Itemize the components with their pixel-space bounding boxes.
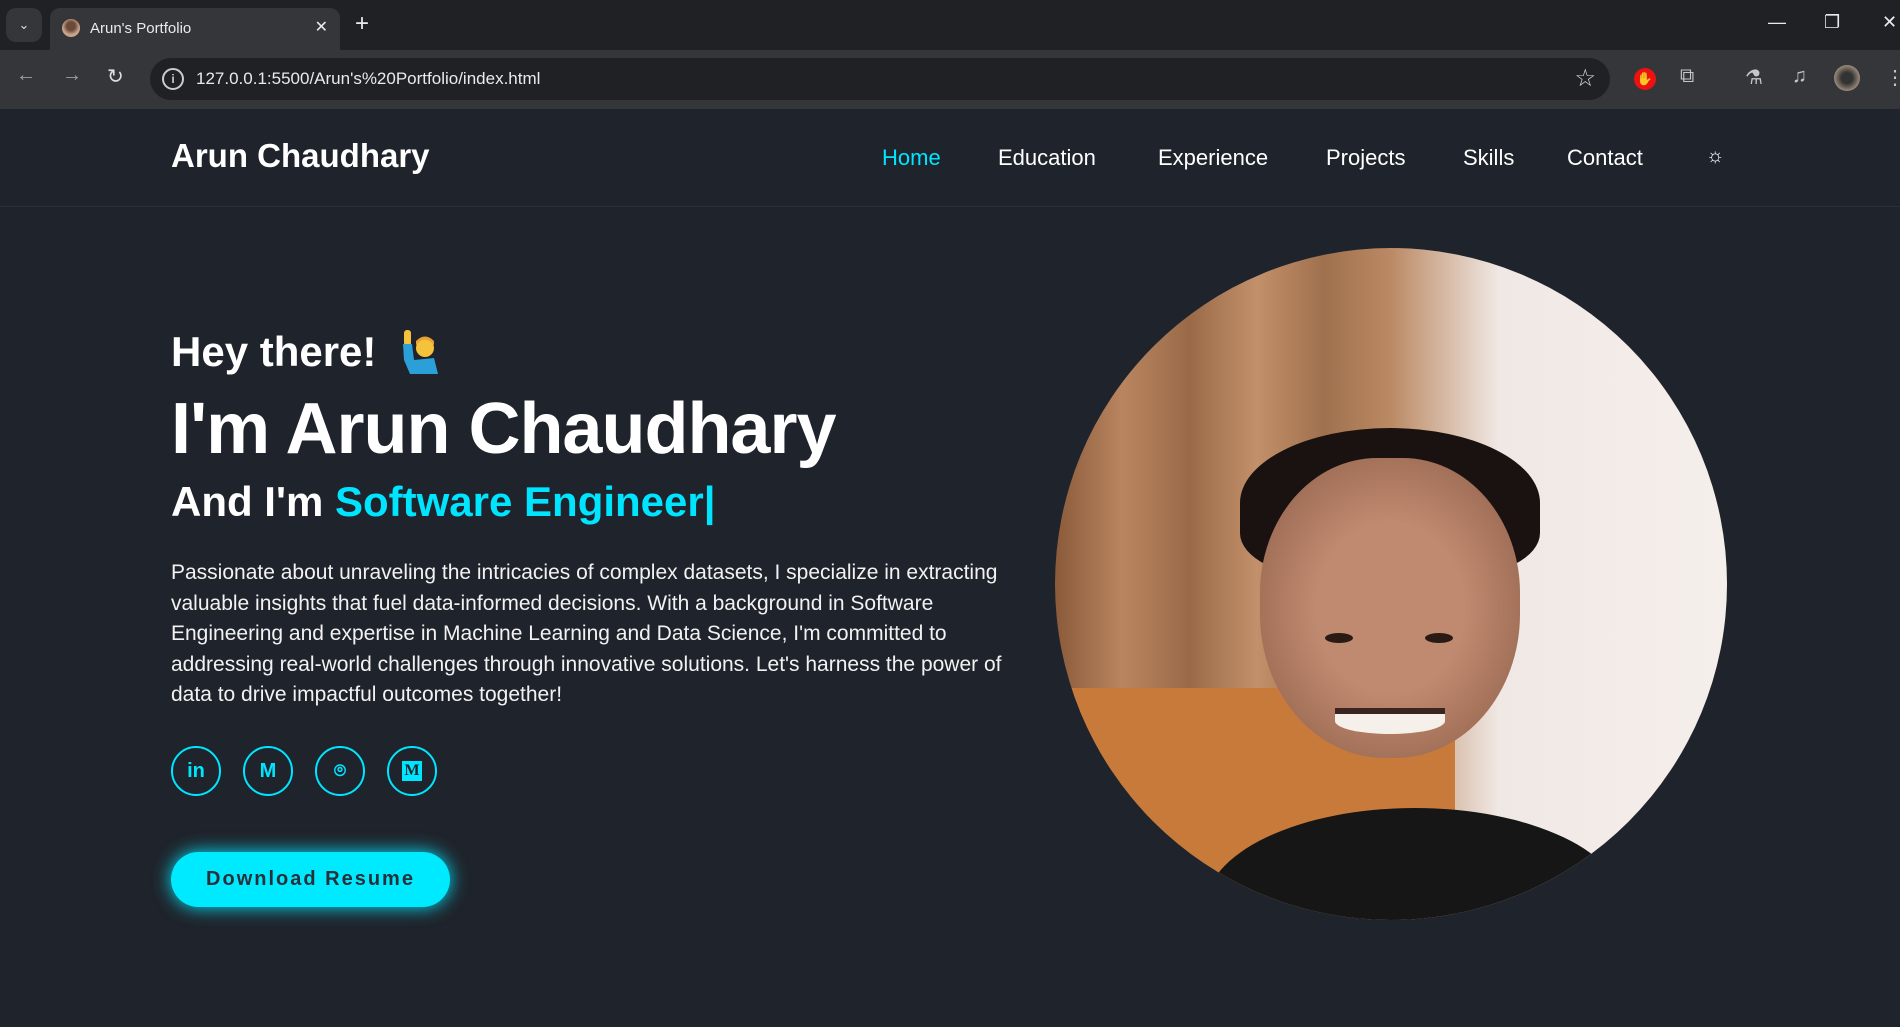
greeting: Hey there! [171,328,377,375]
nav-education[interactable]: Education [998,145,1096,171]
gmail-link[interactable]: M [243,746,293,796]
profile-photo [1055,248,1727,920]
browser-toolbar: ← → ↻ i 127.0.0.1:5500/Arun's%20Portfoli… [0,50,1900,109]
site-header: Arun Chaudhary Home Education Experience… [0,109,1900,207]
address-bar[interactable]: i 127.0.0.1:5500/Arun's%20Portfolio/inde… [150,58,1610,100]
github-link[interactable]: ⌾ [315,746,365,796]
nav-home[interactable]: Home [882,145,941,171]
medium-icon: M [402,761,422,781]
nav-experience[interactable]: Experience [1158,145,1268,171]
browser-tab-bar: ⌄ Arun's Portfolio ✕ + — ❐ ✕ [0,0,1900,50]
close-tab-icon[interactable]: ✕ [315,17,328,37]
url-text[interactable]: 127.0.0.1:5500/Arun's%20Portfolio/index.… [196,69,540,89]
tab-title: Arun's Portfolio [90,20,192,37]
social-links: in M ⌾ M [171,746,437,796]
linkedin-icon: in [187,759,205,782]
photo-eye [1325,633,1353,643]
labs-flask-icon[interactable]: ⚗ [1745,65,1763,90]
browser-tab[interactable]: Arun's Portfolio ✕ [50,8,340,50]
bookmark-star-icon[interactable]: ☆ [1574,64,1596,93]
typed-role: Software Engineer| [334,478,716,525]
medium-link[interactable]: M [387,746,437,796]
photo-eye [1425,633,1453,643]
new-tab-button[interactable]: + [355,10,369,38]
github-icon: ⌾ [334,759,346,782]
reload-icon[interactable]: ↻ [107,64,124,89]
nav-skills[interactable]: Skills [1463,145,1514,171]
nav-projects[interactable]: Projects [1326,145,1405,171]
hero-role: And I'm Software Engineer| [171,478,716,526]
profile-avatar[interactable] [1834,65,1860,91]
menu-icon[interactable]: ⋮ [1885,65,1900,90]
extensions-icon[interactable]: ⧉ [1680,65,1694,88]
photo-smile [1335,708,1445,734]
nav-contact[interactable]: Contact [1567,145,1643,171]
close-window-icon[interactable]: ✕ [1882,12,1897,33]
media-control-icon[interactable]: ♫ [1792,65,1807,88]
hero-name: I'm Arun Chaudhary [171,389,837,469]
hero-bio: Passionate about unraveling the intricac… [171,561,1002,706]
download-resume-button[interactable]: Download Resume [171,852,450,907]
linkedin-link[interactable]: in [171,746,221,796]
role-prefix: And I'm [171,478,324,525]
restore-icon[interactable]: ❐ [1824,12,1840,33]
site-info-icon[interactable]: i [162,68,184,90]
waving-person-emoji-icon [403,330,438,374]
site-logo[interactable]: Arun Chaudhary [171,137,430,175]
tab-search-button[interactable]: ⌄ [6,8,42,42]
forward-icon[interactable]: → [62,64,82,87]
minimize-icon[interactable]: — [1768,12,1786,33]
favicon-icon [62,19,80,37]
gmail-icon: M [259,759,277,782]
adblock-icon[interactable]: ✋ [1634,68,1656,90]
back-icon[interactable]: ← [16,64,36,87]
sun-icon[interactable]: ☼ [1706,145,1724,168]
